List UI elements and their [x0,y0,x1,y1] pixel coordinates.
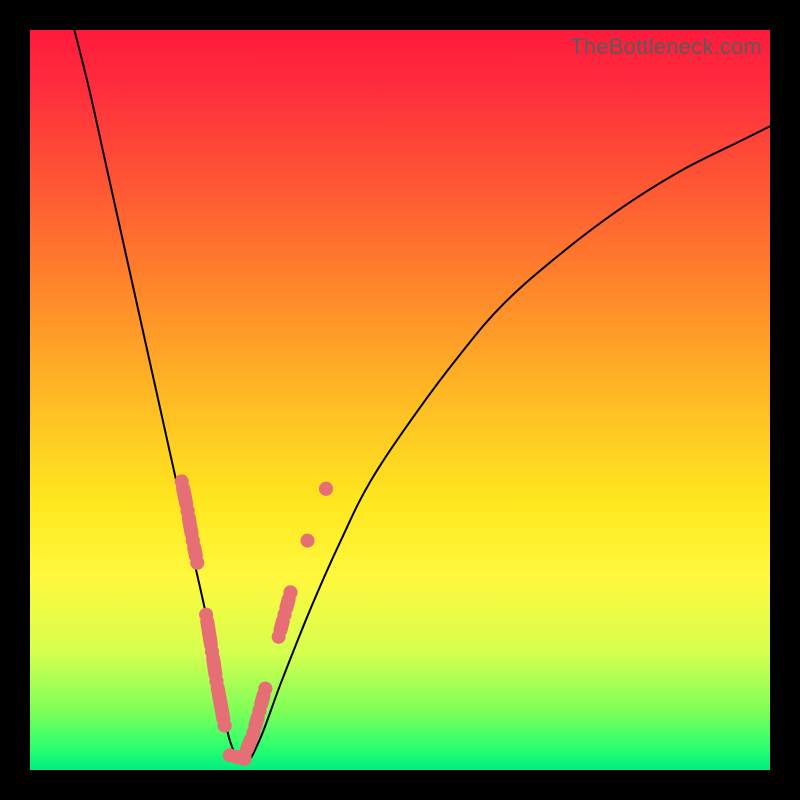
curve-marker-cap [252,704,266,718]
plot-area: TheBottleneck.com [30,30,770,770]
curve-marker-cap [186,534,200,548]
curve-marker-cap [181,504,195,518]
curve-marker-dot [258,682,272,696]
curve-marker-cap [278,608,292,622]
curve-marker-cap [175,474,189,488]
bottleneck-curve [30,30,770,770]
curve-marker-cap [272,630,286,644]
curve-marker-cap [238,752,252,766]
curve-marker-cap [209,674,223,688]
chart-frame: TheBottleneck.com [0,0,800,800]
curve-marker-cap [199,608,213,622]
marker-group [175,474,333,766]
curve-marker-cap [223,748,237,762]
curve-marker-dot [301,534,315,548]
curve-marker-dot [319,482,333,496]
curve-marker-cap [205,645,219,659]
curve-marker-dot [190,556,204,570]
curve-marker-dot [283,585,297,599]
curve-marker-dot [218,719,232,733]
curve-marker-cap [246,726,260,740]
curve-path [74,30,770,763]
